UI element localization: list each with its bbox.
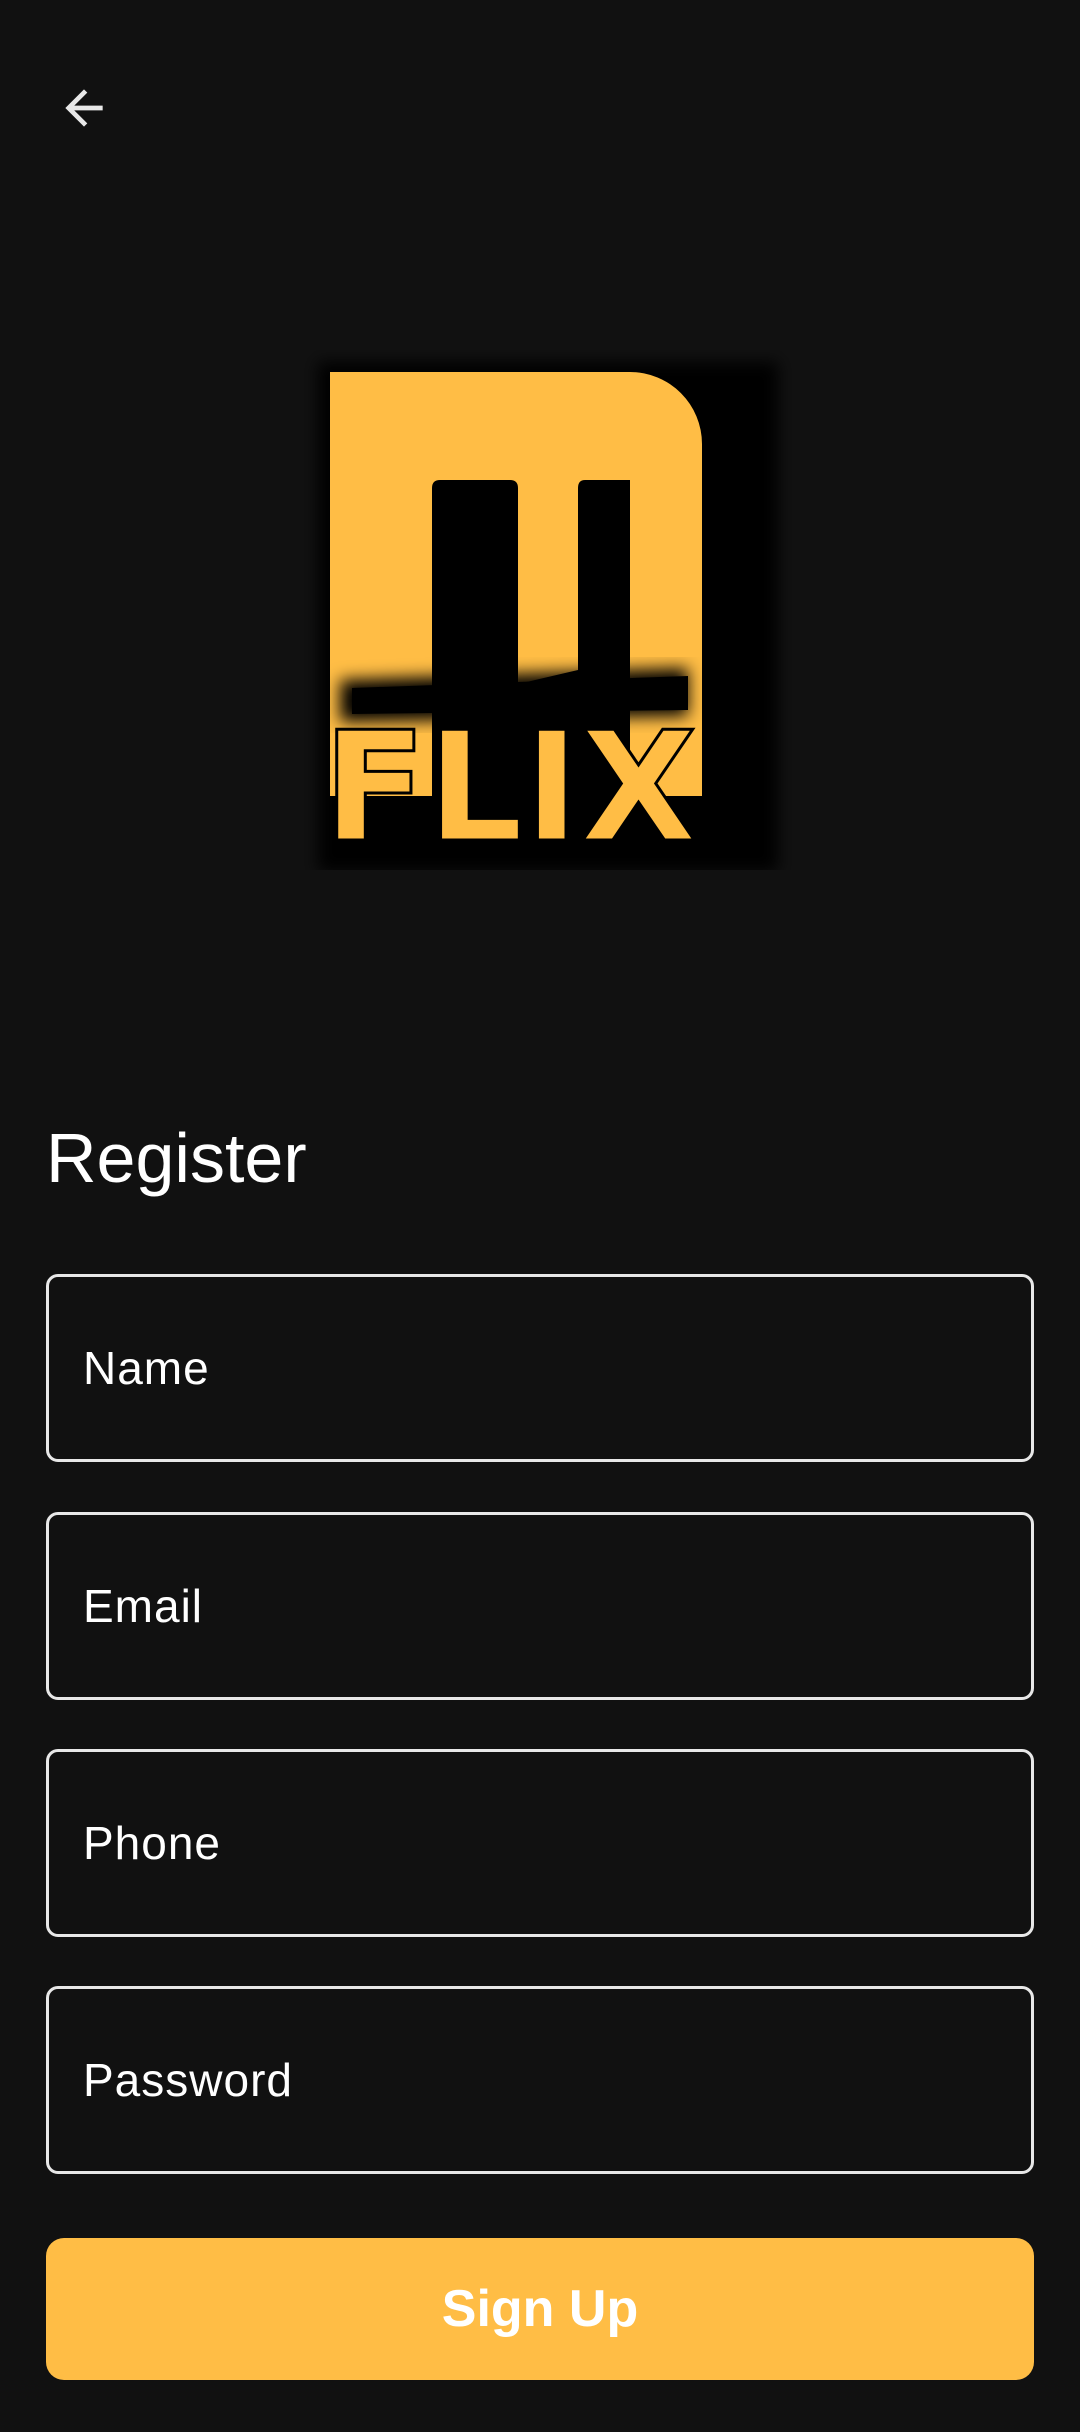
page-title: Register — [46, 1119, 307, 1197]
back-button[interactable] — [40, 64, 128, 152]
email-field[interactable] — [46, 1512, 1034, 1700]
logo-text: FLIX — [323, 699, 697, 870]
app-logo: FLIX — [300, 350, 800, 878]
password-field[interactable] — [46, 1986, 1034, 2174]
sign-up-button[interactable]: Sign Up — [46, 2238, 1034, 2380]
arrow-left-icon — [65, 89, 103, 127]
phone-field[interactable] — [46, 1749, 1034, 1937]
name-field[interactable] — [46, 1274, 1034, 1462]
